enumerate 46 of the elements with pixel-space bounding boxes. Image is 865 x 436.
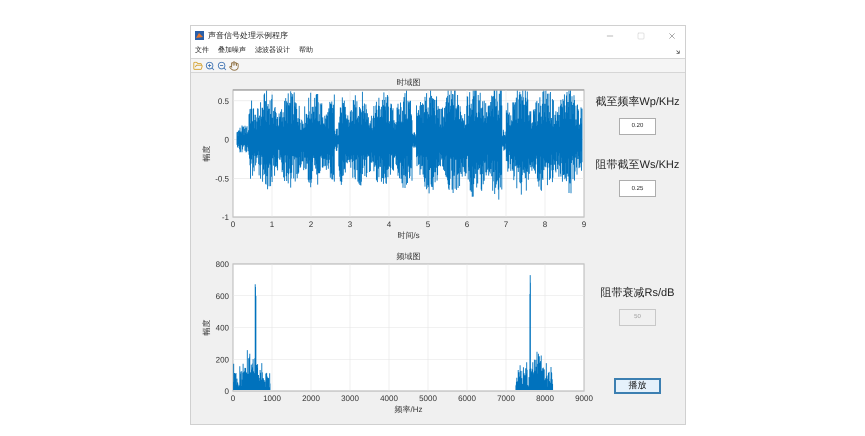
x-tick-label: 3 <box>348 220 352 229</box>
parameter-label: 阻带衰减Rs/dB <box>600 286 674 301</box>
x-tick-label: 6 <box>464 220 470 229</box>
y-axis-label: 幅度 <box>202 146 211 162</box>
x-axis-label: 时间/s <box>397 231 420 240</box>
x-tick-label: 8000 <box>536 394 554 403</box>
x-tick-label: 4000 <box>380 394 398 403</box>
y-tick-label: 800 <box>216 260 229 269</box>
x-tick-label: 6000 <box>458 394 476 403</box>
x-tick-label: 4 <box>386 220 392 229</box>
y-tick-label: 0.5 <box>218 96 229 106</box>
play-button[interactable]: 播放 <box>614 378 661 394</box>
x-tick-label: 2 <box>308 220 314 229</box>
close-icon[interactable] <box>667 30 677 40</box>
parameter-label: 截至频率Wp/KHz <box>595 94 680 110</box>
parameter-label: 阻带截至Ws/KHz <box>596 158 680 172</box>
app-icon <box>195 31 204 40</box>
x-axis-label: 频率/Hz <box>394 405 422 414</box>
x-tick-label: 7000 <box>497 394 515 403</box>
x-tick-label: 5000 <box>419 394 437 403</box>
y-tick-label: 0 <box>224 387 229 396</box>
x-tick-label: 7 <box>504 220 508 229</box>
plot-title: 频域图 <box>396 252 420 261</box>
x-tick-label: 0 <box>230 220 236 229</box>
x-tick-label: 1000 <box>263 394 281 403</box>
hand-icon[interactable] <box>229 60 239 70</box>
y-axis-label: 幅度 <box>202 320 211 336</box>
dock-arrow-icon[interactable] <box>675 48 681 54</box>
y-tick-label: 0 <box>224 136 229 145</box>
x-tick-label: 5 <box>426 220 430 229</box>
y-tick-label: 400 <box>216 324 229 332</box>
y-tick-label: 200 <box>216 355 229 364</box>
y-tick-label: 600 <box>216 292 229 301</box>
y-tick-label: -1 <box>222 213 229 222</box>
zoom-in-icon[interactable] <box>205 60 215 70</box>
x-tick-label: 2000 <box>302 394 320 403</box>
window-title: 声音信号处理示例程序 <box>208 30 288 42</box>
x-tick-label: 8 <box>542 220 548 229</box>
plot-title: 时域图 <box>396 78 420 87</box>
zoom-out-icon[interactable] <box>217 60 227 70</box>
x-tick-label: 9 <box>582 220 586 229</box>
x-tick-label: 3000 <box>341 394 359 403</box>
x-tick-label: 9000 <box>575 394 593 403</box>
y-tick-label: -0.5 <box>215 174 229 184</box>
x-tick-label: 0 <box>230 394 236 403</box>
x-tick-label: 1 <box>270 220 274 229</box>
